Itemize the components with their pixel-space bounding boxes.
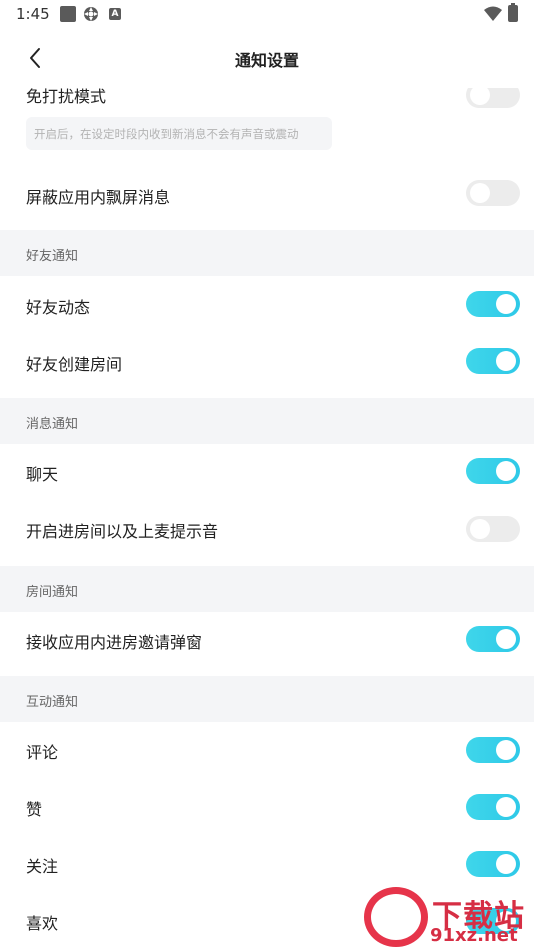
section-title: 好友通知 <box>26 249 79 264</box>
dnd-hint: 开启后，在设定时段内收到新消息不会有声音或震动 <box>26 117 332 150</box>
toggle-knob <box>496 294 516 314</box>
status-time: 1:45 <box>16 5 50 23</box>
row-comment: 评论 <box>0 722 534 779</box>
row-label: 评论 <box>26 743 59 762</box>
row-label: 好友动态 <box>26 298 91 317</box>
watermark-nine-icon <box>364 887 428 947</box>
comment-toggle[interactable] <box>466 737 520 763</box>
settings-list[interactable]: 免打扰模式 开启后，在设定时段内收到新消息不会有声音或震动 屏蔽应用内飘屏消息 … <box>0 88 534 950</box>
toggle-knob <box>496 461 516 481</box>
gear-icon <box>84 7 98 21</box>
follow-toggle[interactable] <box>466 851 520 877</box>
square-icon <box>60 6 76 22</box>
section-title: 消息通知 <box>26 417 79 432</box>
toggle-knob <box>470 88 490 105</box>
header: 通知设置 <box>0 28 534 88</box>
row-label: 免打扰模式 <box>26 88 107 106</box>
section-messages: 消息通知 <box>0 398 534 444</box>
chat-toggle[interactable] <box>466 458 520 484</box>
toggle-knob <box>496 740 516 760</box>
row-label: 好友创建房间 <box>26 355 123 374</box>
status-bar: 1:45 A <box>0 0 534 28</box>
friend-room-toggle[interactable] <box>466 348 520 374</box>
hint-text: 开启后，在设定时段内收到新消息不会有声音或震动 <box>34 127 299 141</box>
battery-icon <box>508 3 518 22</box>
row-label: 喜欢 <box>26 914 59 933</box>
row-block-popup: 屏蔽应用内飘屏消息 <box>0 172 534 230</box>
watermark-logo: 下载站 91xz.net <box>362 887 534 950</box>
section-title: 房间通知 <box>26 585 79 600</box>
row-label: 接收应用内进房邀请弹窗 <box>26 633 203 652</box>
toggle-knob <box>470 183 490 203</box>
row-chat: 聊天 <box>0 444 534 501</box>
block-popup-toggle[interactable] <box>466 180 520 206</box>
watermark-url: 91xz.net <box>430 925 518 946</box>
section-interaction: 互动通知 <box>0 676 534 722</box>
toggle-knob <box>470 519 490 539</box>
row-label: 聊天 <box>26 465 59 484</box>
row-label: 开启进房间以及上麦提示音 <box>26 522 219 541</box>
section-room: 房间通知 <box>0 566 534 612</box>
row-dnd: 免打扰模式 开启后，在设定时段内收到新消息不会有声音或震动 <box>0 88 534 172</box>
friend-activity-toggle[interactable] <box>466 291 520 317</box>
toggle-knob <box>496 351 516 371</box>
page-title: 通知设置 <box>234 51 299 70</box>
row-room-sound: 开启进房间以及上麦提示音 <box>0 501 534 566</box>
wifi-icon <box>484 6 502 21</box>
toggle-knob <box>496 797 516 817</box>
section-title: 互动通知 <box>26 695 79 710</box>
row-like: 赞 <box>0 779 534 836</box>
a-icon: A <box>109 8 121 20</box>
row-room-invite: 接收应用内进房邀请弹窗 <box>0 612 534 676</box>
section-friends: 好友通知 <box>0 230 534 276</box>
row-label: 关注 <box>26 857 59 876</box>
dnd-toggle[interactable] <box>466 88 520 108</box>
row-friend-room: 好友创建房间 <box>0 333 534 398</box>
room-sound-toggle[interactable] <box>466 516 520 542</box>
row-follow: 关注 <box>0 836 534 893</box>
row-label: 赞 <box>26 800 43 819</box>
row-label: 屏蔽应用内飘屏消息 <box>26 188 171 207</box>
toggle-knob <box>496 629 516 649</box>
room-invite-toggle[interactable] <box>466 626 520 652</box>
toggle-knob <box>496 854 516 874</box>
like-toggle[interactable] <box>466 794 520 820</box>
row-friend-activity: 好友动态 <box>0 276 534 333</box>
